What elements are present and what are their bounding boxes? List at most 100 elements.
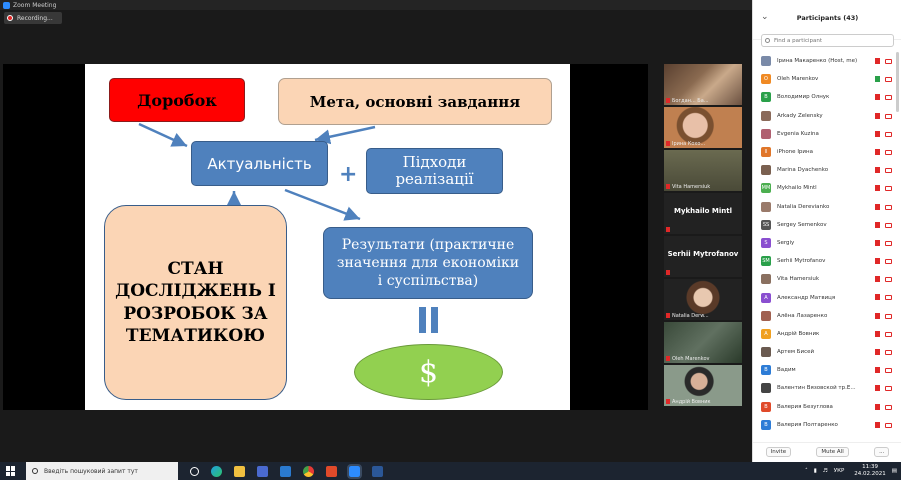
participant-search-input[interactable]	[774, 37, 884, 44]
camera-off-icon	[885, 95, 892, 101]
participant-avatar	[761, 128, 771, 139]
participant-name: Артем Бисей	[777, 349, 815, 356]
office-icon[interactable]	[326, 465, 337, 477]
video-tiles: Богдан... Ба... Ірина Кохо... Vita Hamer…	[664, 64, 742, 410]
invite-button[interactable]: Invite	[765, 446, 792, 457]
participant-avatar: А	[761, 292, 771, 303]
muted-mic-icon	[875, 203, 880, 210]
chrome-icon[interactable]	[303, 465, 314, 477]
participant-row[interactable]: SM Serhii Mytrofanov	[753, 252, 901, 270]
presentation-slide: Доробок Мета, основні завдання Актуальні…	[85, 64, 570, 410]
result-line-2: значення для економіки	[336, 254, 520, 271]
edge-browser-icon[interactable]	[211, 465, 222, 477]
participant-row[interactable]: Marina Dyachenko	[753, 161, 901, 179]
muted-mic-icon	[875, 385, 880, 392]
muted-mic-icon	[666, 270, 670, 275]
participant-name: Валерия Полтаренко	[777, 421, 838, 428]
participant-row[interactable]: Arkady Zelensky	[753, 107, 901, 125]
video-tile[interactable]: Vita Hamersiuk	[664, 150, 742, 191]
camera-off-icon	[885, 204, 892, 210]
video-tile[interactable]: Serhii Mytrofanov	[664, 236, 742, 277]
equals-bar-left	[419, 307, 426, 333]
participant-row[interactable]: II iPhone Ірина	[753, 143, 901, 161]
file-explorer-icon[interactable]	[234, 465, 245, 477]
tile-name: Андрій Вовник	[672, 399, 711, 405]
participant-row[interactable]: Алёна Лазаренко	[753, 307, 901, 325]
participant-row[interactable]: SS Sergey Semenkov	[753, 216, 901, 234]
participant-row[interactable]: S Sergiy	[753, 234, 901, 252]
video-tile[interactable]: Natalia Derw...	[664, 279, 742, 320]
participant-row[interactable]: В Валерия Безуглова	[753, 398, 901, 416]
participants-footer: Invite Mute All ...	[753, 442, 901, 460]
clock[interactable]: 11:39 24.02.2021	[854, 464, 886, 477]
participant-row[interactable]: Evgenia Kuzina	[753, 125, 901, 143]
notifications-icon[interactable]: ▤	[892, 468, 897, 474]
participant-row[interactable]: А Андрій Вовник	[753, 325, 901, 343]
muted-mic-icon	[875, 403, 880, 410]
participant-row[interactable]: Natalia Derevianko	[753, 198, 901, 216]
muted-mic-icon	[875, 312, 880, 319]
word-icon[interactable]	[372, 465, 383, 477]
video-tile-active-speaker[interactable]: Oleh Marenkov	[664, 322, 742, 363]
participant-row[interactable]: В Володимир Олнук	[753, 88, 901, 106]
participant-name: Mykhailo Mintl	[777, 185, 817, 192]
network-icon[interactable]: ▮	[814, 468, 817, 474]
participant-avatar	[761, 347, 771, 358]
video-tile[interactable]: Андрій Вовник	[664, 365, 742, 406]
camera-off-icon	[885, 331, 892, 337]
tray-arrow-icon[interactable]: ˄	[805, 468, 808, 474]
video-tile[interactable]: Mykhailo Mintl	[664, 193, 742, 234]
participant-name: Ірина Макаренко (Host, me)	[777, 58, 858, 65]
muted-mic-icon	[875, 330, 880, 337]
muted-mic-icon	[875, 276, 880, 283]
participant-list-scrollbar[interactable]	[896, 52, 899, 112]
mail-icon[interactable]	[280, 465, 291, 477]
result-box: Результати (практичне значення для еконо…	[323, 227, 533, 299]
camera-off-icon	[885, 313, 892, 319]
muted-mic-icon	[666, 227, 670, 232]
participant-row[interactable]: А Александр Матвиця	[753, 288, 901, 306]
participant-name: Serhii Mytrofanov	[777, 258, 826, 265]
participant-avatar	[761, 383, 771, 394]
clock-time: 11:39	[862, 464, 878, 471]
participant-row[interactable]: Vita Hamersiuk	[753, 270, 901, 288]
video-tile[interactable]: Богдан... Ба...	[664, 64, 742, 105]
windows-start-icon[interactable]	[6, 466, 16, 476]
shared-screen: Доробок Мета, основні завдання Актуальні…	[3, 64, 648, 410]
participant-row[interactable]: Ірина Макаренко (Host, me)	[753, 52, 901, 70]
participant-search[interactable]	[761, 34, 894, 47]
zoom-taskbar-icon[interactable]	[347, 463, 362, 479]
meeting-area: Recording... Доробок Мета, основні завда…	[0, 10, 752, 462]
participant-row[interactable]: В Вадим	[753, 361, 901, 379]
system-tray: ˄ ▮ ♬ УКР 11:39 24.02.2021 ▤	[805, 462, 901, 480]
participant-row[interactable]: Валентин Вязовской тр.Е...	[753, 379, 901, 397]
store-icon[interactable]	[257, 465, 268, 477]
pidkhody-box: Підходи реалізації	[366, 148, 503, 194]
task-view-icon[interactable]	[190, 466, 199, 476]
participant-avatar: II	[761, 147, 771, 158]
muted-mic-icon	[875, 112, 880, 119]
participant-row[interactable]: В Валерия Полтаренко	[753, 416, 901, 434]
pidkhody-line-1: Підходи	[402, 152, 467, 171]
more-options-button[interactable]: ...	[874, 446, 890, 457]
plus-sign: +	[339, 162, 358, 187]
participants-panel: ⌄ Participants (43) Ірина Макаренко (Hos…	[752, 0, 901, 462]
tile-name: Ірина Кохо...	[672, 141, 706, 147]
camera-off-icon	[885, 350, 892, 355]
muted-mic-icon	[875, 167, 880, 174]
participant-avatar: А	[761, 328, 771, 339]
participant-avatar: В	[761, 401, 771, 412]
taskbar-search[interactable]: Введіть пошуковий запит тут	[26, 462, 178, 480]
volume-icon[interactable]: ♬	[823, 468, 828, 474]
participant-row[interactable]: MM Mykhailo Mintl	[753, 179, 901, 197]
video-tile[interactable]: Ірина Кохо...	[664, 107, 742, 148]
participant-row[interactable]: Артем Бисей	[753, 343, 901, 361]
participant-row[interactable]: O Oleh Marenkov	[753, 70, 901, 88]
participant-avatar: MM	[761, 183, 771, 194]
recording-indicator[interactable]: Recording...	[4, 12, 62, 24]
camera-off-icon	[885, 295, 892, 301]
title-bar: Zoom Meeting	[0, 0, 752, 10]
language-indicator[interactable]: УКР	[834, 468, 845, 474]
mute-all-button[interactable]: Mute All	[816, 446, 849, 457]
aktualnist-box: Актуальність	[191, 141, 328, 186]
